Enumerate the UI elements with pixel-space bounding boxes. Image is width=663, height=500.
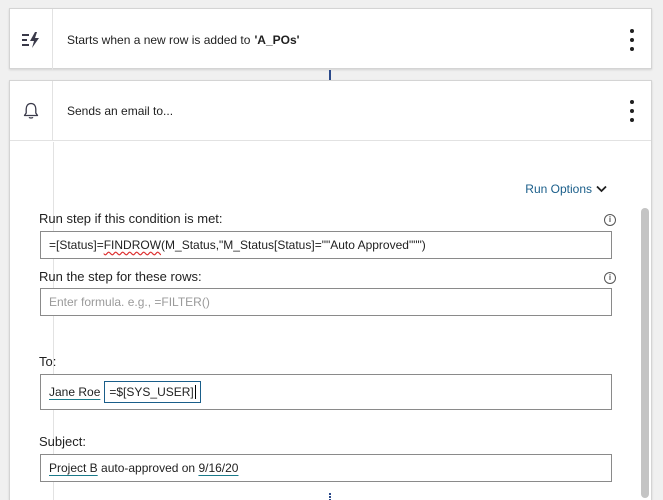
trigger-description: Starts when a new row is added to 'A_POs' [53, 33, 300, 47]
rows-placeholder: Enter formula. e.g., =FILTER() [49, 295, 210, 309]
flow-connector [329, 70, 331, 80]
action-header[interactable]: Sends an email to... [10, 81, 651, 141]
action-icon-cell [10, 81, 53, 140]
recipient-chip[interactable]: Jane Roe [49, 385, 100, 399]
action-title: Sends an email to... [67, 103, 174, 118]
to-input[interactable]: Jane Roe =$[SYS_USER] [40, 374, 612, 410]
to-label: To: [39, 354, 57, 369]
condition-args: (M_Status,"M_Status[Status]=""Auto Appro… [161, 238, 426, 252]
action-more-menu-icon[interactable] [627, 99, 637, 122]
trigger-more-menu-icon[interactable] [627, 28, 637, 51]
chevron-down-icon [596, 185, 607, 193]
rows-formula-input[interactable]: Enter formula. e.g., =FILTER() [40, 288, 612, 316]
trigger-text: Starts when a new row is added to [67, 32, 251, 47]
condition-formula-input[interactable]: =[Status]= FINDROW (M_Status,"M_Status[Sta… [40, 231, 612, 259]
action-settings-panel: Run Options Run step if this condition i… [39, 142, 651, 500]
subject-text: auto-approved on [97, 461, 199, 475]
vertical-scrollbar[interactable] [641, 208, 649, 498]
condition-info-icon[interactable]: i [604, 214, 616, 226]
action-card[interactable]: Sends an email to... Run Options Run ste… [9, 80, 652, 500]
trigger-card[interactable]: Starts when a new row is added to 'A_POs' [9, 8, 652, 70]
rows-label: Run the step for these rows: [39, 269, 202, 284]
bell-icon [23, 102, 39, 119]
trigger-bolt-icon [22, 31, 39, 48]
subject-input[interactable]: Project B auto-approved on 9/16/20 [40, 454, 612, 482]
condition-function: FINDROW [103, 238, 162, 252]
condition-label: Run step if this condition is met: [39, 211, 223, 226]
rows-info-icon[interactable]: i [604, 272, 616, 284]
run-options-toggle[interactable]: Run Options [525, 182, 607, 196]
flow-connector-bottom [329, 493, 331, 500]
recipient-formula[interactable]: =$[SYS_USER] [104, 381, 201, 403]
run-options-label: Run Options [525, 182, 592, 196]
subject-date-ref: 9/16/20 [198, 461, 239, 475]
trigger-header[interactable]: Starts when a new row is added to 'A_POs' [10, 9, 651, 70]
recipient-formula-text: =$[SYS_USER] [109, 385, 194, 399]
trigger-icon-cell [10, 9, 53, 70]
trigger-table-name: 'A_POs' [254, 32, 300, 47]
subject-label: Subject: [39, 434, 86, 449]
text-caret [194, 385, 196, 399]
condition-prefix: =[Status]= [49, 238, 104, 252]
subject-project-ref: Project B [49, 461, 98, 475]
